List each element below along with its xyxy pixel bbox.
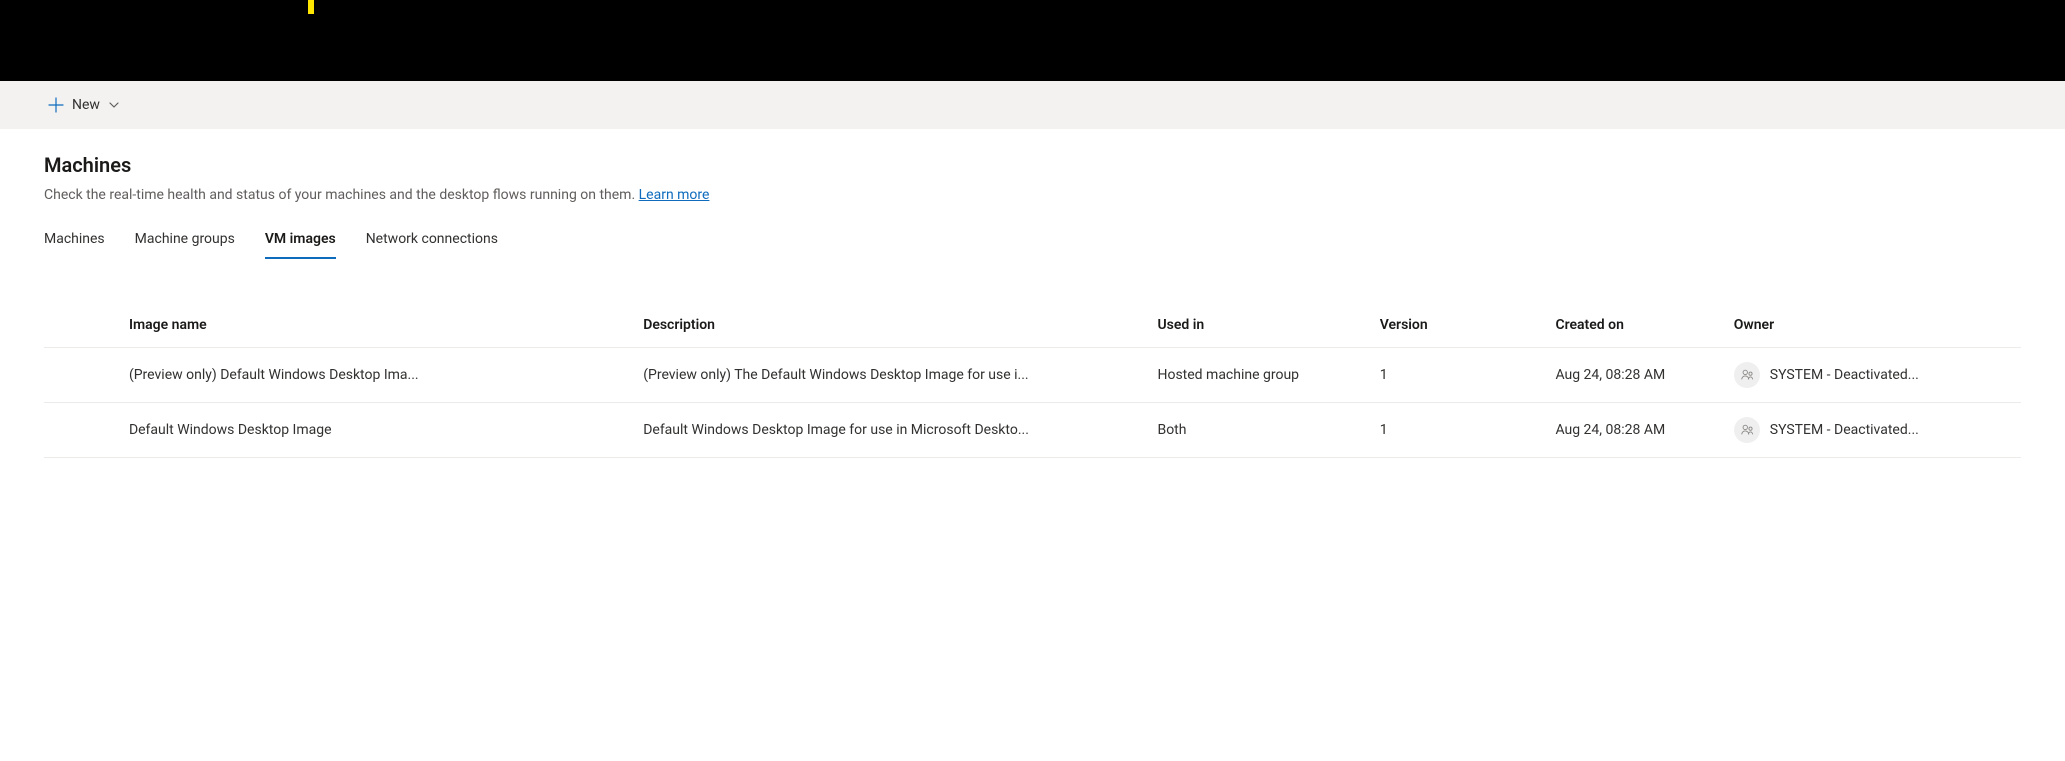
owner-avatar-icon [1734, 362, 1760, 388]
owner-avatar-icon [1734, 417, 1760, 443]
cell-created-on: Aug 24, 08:28 AM [1545, 403, 1723, 458]
vm-images-table: Image name Description Used in Version C… [44, 305, 2021, 458]
cell-name[interactable]: Default Windows Desktop Image [119, 403, 633, 458]
learn-more-link[interactable]: Learn more [639, 187, 710, 203]
plus-icon [48, 97, 64, 113]
row-select-cell[interactable] [44, 348, 119, 403]
table-row[interactable]: Default Windows Desktop Image Default Wi… [44, 403, 2021, 458]
col-header-select [44, 305, 119, 348]
owner-text: SYSTEM - Deactivated... [1770, 367, 1919, 383]
cell-used-in: Hosted machine group [1147, 348, 1369, 403]
row-select-cell[interactable] [44, 403, 119, 458]
col-header-name[interactable]: Image name [119, 305, 633, 348]
owner-text: SYSTEM - Deactivated... [1770, 422, 1919, 438]
tabs: Machines Machine groups VM images Networ… [44, 231, 2021, 259]
cell-name[interactable]: (Preview only) Default Windows Desktop I… [119, 348, 633, 403]
cell-owner: SYSTEM - Deactivated... [1724, 348, 2021, 403]
tab-vm-images[interactable]: VM images [265, 231, 336, 259]
page-subtitle: Check the real-time health and status of… [44, 187, 2021, 203]
page-content: Machines Check the real-time health and … [0, 129, 2065, 458]
yellow-marker [308, 0, 314, 14]
tab-network-connections[interactable]: Network connections [366, 231, 498, 259]
command-bar: New [0, 81, 2065, 129]
tab-machines[interactable]: Machines [44, 231, 105, 259]
cell-version: 1 [1370, 348, 1546, 403]
table-row[interactable]: (Preview only) Default Windows Desktop I… [44, 348, 2021, 403]
col-header-owner[interactable]: Owner [1724, 305, 2021, 348]
cell-used-in: Both [1147, 403, 1369, 458]
page-title: Machines [44, 153, 2021, 177]
new-button-label: New [72, 97, 100, 113]
col-header-created-on[interactable]: Created on [1545, 305, 1723, 348]
new-button[interactable]: New [40, 91, 128, 119]
cell-description: (Preview only) The Default Windows Deskt… [633, 348, 1147, 403]
table-header-row: Image name Description Used in Version C… [44, 305, 2021, 348]
top-black-bar [0, 0, 2065, 81]
col-header-used-in[interactable]: Used in [1147, 305, 1369, 348]
cell-description: Default Windows Desktop Image for use in… [633, 403, 1147, 458]
cell-created-on: Aug 24, 08:28 AM [1545, 348, 1723, 403]
cell-owner: SYSTEM - Deactivated... [1724, 403, 2021, 458]
tab-machine-groups[interactable]: Machine groups [135, 231, 235, 259]
col-header-description[interactable]: Description [633, 305, 1147, 348]
page-subtitle-text: Check the real-time health and status of… [44, 187, 639, 203]
chevron-down-icon [108, 99, 120, 111]
col-header-version[interactable]: Version [1370, 305, 1546, 348]
cell-version: 1 [1370, 403, 1546, 458]
